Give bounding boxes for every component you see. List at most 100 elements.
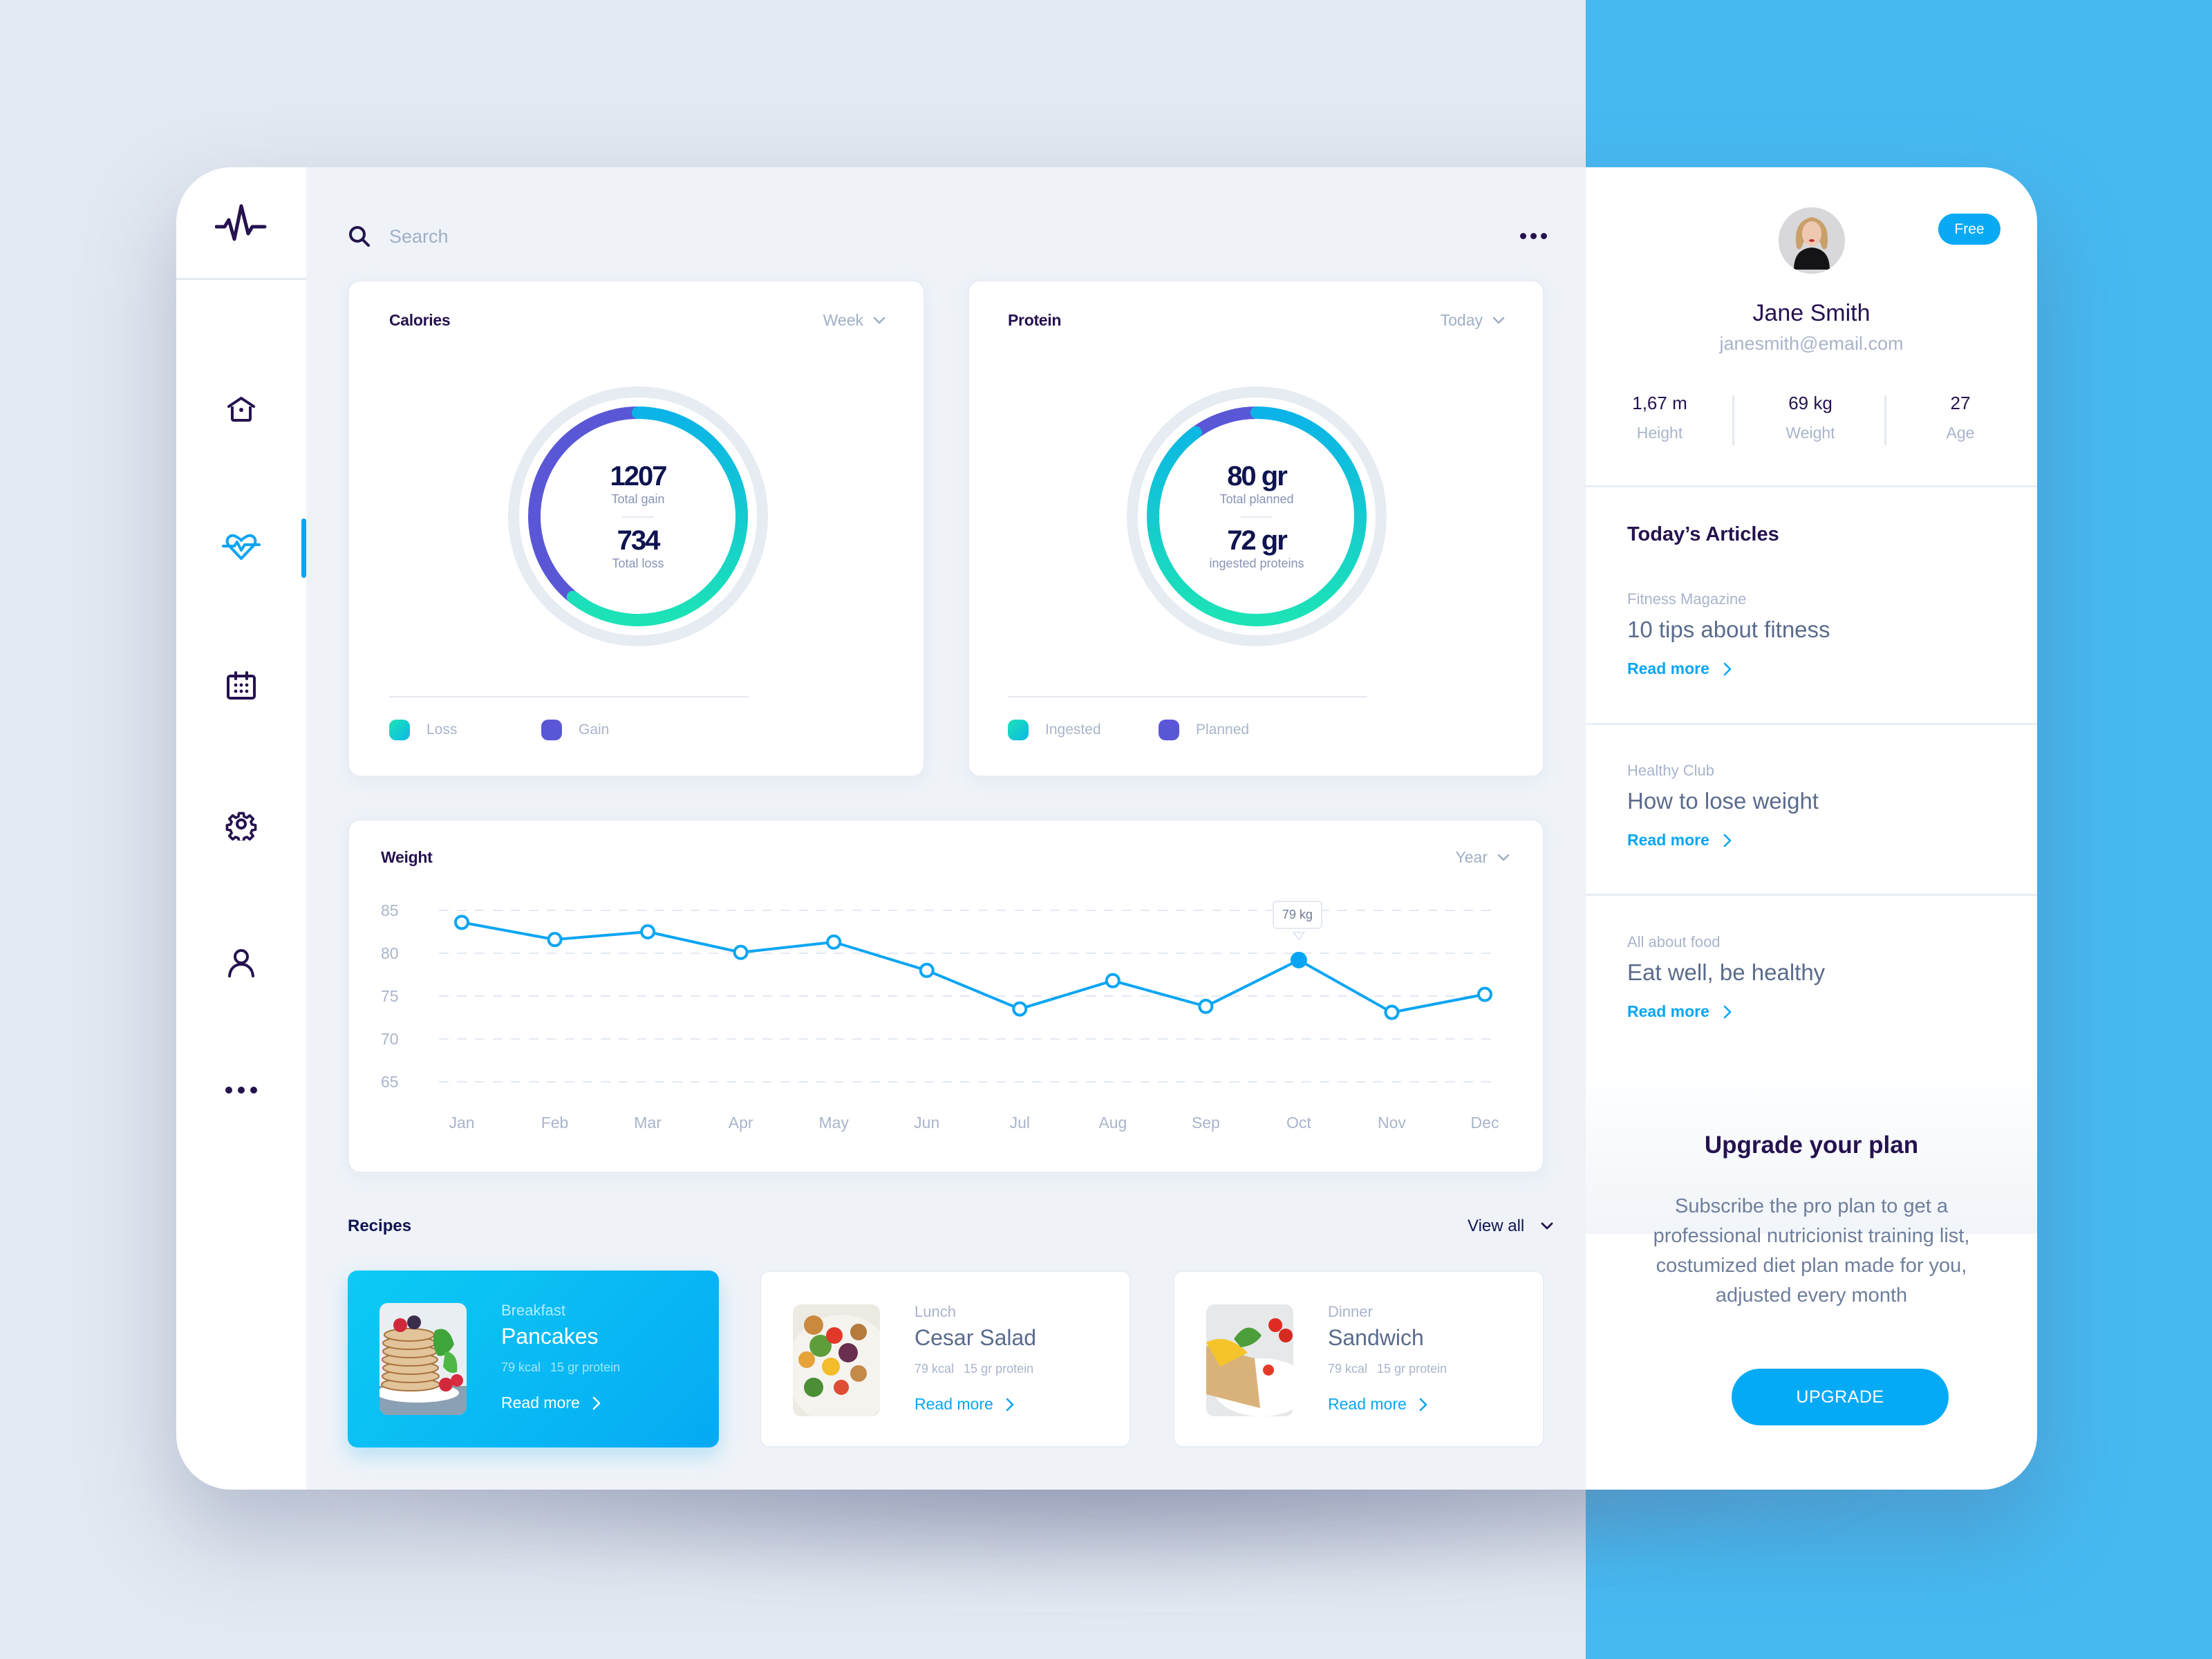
article-source: All about food xyxy=(1627,933,1721,950)
search-bar[interactable] xyxy=(348,209,762,264)
x-tick-label: Oct xyxy=(1286,1114,1311,1132)
article-read-more-link[interactable]: Read more xyxy=(1627,659,1732,678)
data-point xyxy=(733,944,749,960)
calories-center: 1207 Total gain 734 Total loss xyxy=(507,385,769,648)
search-icon xyxy=(349,226,370,247)
total-loss-value: 734 xyxy=(617,525,661,556)
recipe-read-more-link[interactable]: Read more xyxy=(1328,1395,1427,1414)
article-title: How to lose weight xyxy=(1627,788,1819,814)
logo[interactable] xyxy=(176,167,306,280)
total-gain-value: 1207 xyxy=(610,461,668,491)
stat-age: 27 Age xyxy=(1905,393,2016,442)
sidebar-item-settings[interactable] xyxy=(176,793,306,855)
recipe-image-sandwich xyxy=(1206,1304,1293,1416)
data-point xyxy=(1012,1001,1028,1017)
upgrade-button[interactable]: UPGRADE xyxy=(1732,1369,1949,1425)
stat-weight: 69 kg Weight xyxy=(1755,393,1866,442)
sidebar-item-calendar[interactable] xyxy=(176,655,306,717)
data-point xyxy=(1384,1004,1400,1020)
avatar[interactable] xyxy=(1779,207,1845,274)
article-divider xyxy=(1586,894,2037,896)
recipe-protein: 15 gr protein xyxy=(1377,1362,1447,1376)
article-divider xyxy=(1586,723,2037,725)
recipe-card-cesar-salad[interactable]: Lunch Cesar Salad 79 kcal 15 gr protein … xyxy=(760,1271,1131,1447)
recipe-protein: 15 gr protein xyxy=(964,1362,1034,1376)
view-all-button[interactable]: View all xyxy=(1468,1217,1553,1236)
article-read-more-link[interactable]: Read more xyxy=(1627,831,1732,850)
recipe-category: Breakfast xyxy=(501,1302,565,1319)
ingested-label: ingested proteins xyxy=(1209,556,1304,570)
recipe-card-sandwich[interactable]: Dinner Sandwich 79 kcal 15 gr protein Re… xyxy=(1173,1271,1544,1447)
article-title: Eat well, be healthy xyxy=(1627,959,1826,985)
protein-period-select[interactable]: Today xyxy=(1441,311,1505,330)
tooltip-pointer xyxy=(1291,931,1306,941)
section-divider xyxy=(1586,485,2037,487)
chevron-right-icon xyxy=(1419,1398,1427,1411)
y-tick-label: 75 xyxy=(381,987,399,1005)
heart-pulse-icon xyxy=(222,534,261,560)
user-icon xyxy=(228,949,254,977)
data-point-highlighted xyxy=(1290,951,1307,968)
x-tick-label: Jul xyxy=(1010,1114,1030,1132)
calories-period-select[interactable]: Week xyxy=(823,311,885,330)
home-icon xyxy=(227,397,255,422)
plan-badge: Free xyxy=(1938,214,2000,245)
calories-card: Calories Week 1207 Total gain 734 Total … xyxy=(348,280,925,777)
data-point xyxy=(1198,998,1214,1014)
data-point xyxy=(454,915,469,930)
sidebar-item-profile[interactable] xyxy=(176,931,306,993)
app-window: Calories Week 1207 Total gain 734 Total … xyxy=(176,167,2037,1490)
protein-card: Protein Today 80 gr Total planned 72 gr … xyxy=(968,280,1544,777)
profile-panel: Free Jane Smith janesmith@email.com 1,67… xyxy=(1586,167,2037,1490)
x-tick-label: Jun xyxy=(914,1114,939,1132)
legend-ingested: Ingested xyxy=(1008,720,1101,740)
view-all-label: View all xyxy=(1468,1217,1525,1235)
article-source: Fitness Magazine xyxy=(1627,590,1747,608)
sidebar xyxy=(176,167,306,1490)
upgrade-description: Subscribe the pro plan to get a professi… xyxy=(1653,1195,1970,1306)
recipe-read-more-link[interactable]: Read more xyxy=(915,1395,1014,1414)
stat-value: 1,67 m xyxy=(1632,393,1687,413)
recipe-image-salad xyxy=(793,1304,880,1416)
data-point xyxy=(1105,973,1121,988)
legend-divider xyxy=(1008,696,1367,697)
article-read-more-link[interactable]: Read more xyxy=(1627,1002,1732,1021)
stat-label: Age xyxy=(1946,424,1975,442)
stat-label: Height xyxy=(1636,424,1683,442)
y-tick-label: 65 xyxy=(381,1073,399,1091)
recipe-read-more-link[interactable]: Read more xyxy=(501,1394,601,1412)
stat-value: 69 kg xyxy=(1788,393,1833,413)
recipe-category: Dinner xyxy=(1328,1303,1373,1320)
dot xyxy=(1530,232,1537,239)
recipe-card-pancakes[interactable]: Breakfast Pancakes 79 kcal 15 gr protein… xyxy=(348,1271,719,1447)
center-divider xyxy=(622,516,654,518)
read-more-label: Read more xyxy=(1627,1002,1709,1020)
read-more-label: Read more xyxy=(501,1394,580,1412)
recipe-name: Cesar Salad xyxy=(915,1325,1037,1350)
chevron-down-icon xyxy=(1492,317,1505,324)
y-tick-label: 70 xyxy=(381,1030,399,1048)
weight-line xyxy=(461,921,1485,1014)
read-more-label: Read more xyxy=(1627,659,1709,677)
user-email: janesmith@email.com xyxy=(1719,333,1904,354)
chevron-right-icon xyxy=(1723,662,1732,675)
sidebar-item-health[interactable] xyxy=(176,516,306,579)
stat-divider xyxy=(1732,395,1734,445)
calories-donut: 1207 Total gain 734 Total loss xyxy=(507,385,769,648)
article-source: Healthy Club xyxy=(1627,762,1714,779)
recipe-image-pancakes xyxy=(379,1303,467,1415)
legend-ingested-label: Ingested xyxy=(1045,722,1101,738)
search-input[interactable] xyxy=(389,225,735,247)
data-point xyxy=(826,934,842,950)
header-more-button[interactable] xyxy=(1512,218,1554,253)
sidebar-item-more[interactable] xyxy=(176,1059,306,1121)
stat-divider xyxy=(1884,395,1886,445)
data-point xyxy=(547,932,563,948)
calories-period-label: Week xyxy=(823,311,863,329)
data-point xyxy=(640,924,656,939)
chevron-down-icon xyxy=(873,317,885,324)
y-tick-label: 80 xyxy=(381,944,399,962)
ingested-swatch xyxy=(1008,720,1029,740)
sidebar-item-home[interactable] xyxy=(176,378,306,440)
article-title: 10 tips about fitness xyxy=(1627,617,1830,642)
